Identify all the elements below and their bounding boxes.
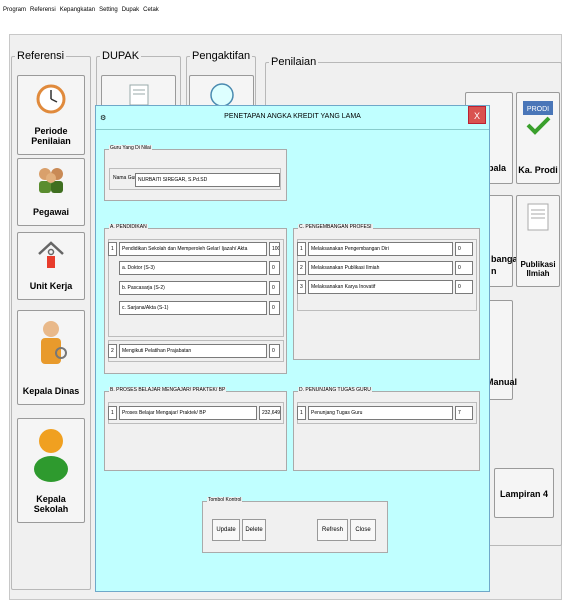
group-pengaktifan-title: Pengaktifan [190,50,253,62]
proses-title: B. PROSES BELAJAR MENGAJAR/ PRAKTEK/ BP [109,387,227,393]
kepala-dinas-label: Kepala Dinas [22,386,80,396]
periode-penilaian-button[interactable]: Periode Penilaian [17,75,85,155]
pegawai-button[interactable]: Pegawai [17,158,85,226]
row-number: 3 [297,280,306,294]
group-penilaian-title: Penilaian [269,56,319,68]
row-value-input[interactable]: 0 [455,261,473,275]
pengembangan-partial-label: bangan [491,254,524,264]
row-label: a. Doktor (S-3) [119,261,267,275]
dialog-close-button[interactable]: X [468,106,486,124]
pengaktifan-button[interactable] [189,75,254,107]
row-label: b. Pascasarja (S-2) [119,281,267,295]
pendidikan-row: b. Pascasarja (S-2) 0 [108,281,284,295]
update-button[interactable]: Update [212,519,240,541]
unit-kerja-label: Unit Kerja [29,281,73,291]
row-value-input[interactable]: 232,649 [259,406,281,420]
kepala-sekolah-label: Kepala Sekolah [33,494,69,514]
row-label: Melaksanakan Karya Inovatif [308,280,453,294]
lampiran-4-button[interactable]: Lampiran 4 [494,468,554,518]
row-number: 1 [108,406,117,420]
row-value-input[interactable]: 0 [269,281,280,295]
pendidikan-row: a. Doktor (S-3) 0 [108,261,284,275]
ka-prodi-button[interactable]: PRODI Ka. Prodi [516,92,560,184]
menu-setting[interactable]: Setting [99,7,118,13]
pegawai-label: Pegawai [32,207,70,217]
dialog-titlebar[interactable]: ⚙ PENETAPAN ANGKA KREDIT YANG LAMA X [96,106,489,130]
pendidikan-panel: A. PENDIDIKAN 1 Pendidikan Sekolah dan M… [104,224,287,374]
guru-panel-title: Guru Yang Di Nilai [109,145,152,151]
pendidikan-row: c. Sarjana/Akta (S-1) 0 [108,301,284,315]
row-label: Melaksanakan Pengembangan Diri [308,242,453,256]
penunjang-panel: D. PENUNJANG TUGAS GURU 1 Penunjang Tuga… [293,387,480,471]
row-number: 1 [297,406,306,420]
penunjang-row: 1 Penunjang Tugas Guru 7 [297,406,477,420]
row-number: 1 [108,242,117,256]
row-value-input[interactable]: 0 [269,301,280,315]
row-label: c. Sarjana/Akta (S-1) [119,301,267,315]
nama-guru-box: Nama Guru NURBAITI SIREGAR, S.Pd.SD [109,168,281,190]
document-stack-icon [527,203,549,231]
pendidikan-row: 2 Mengikuti Pelatihan Prajabatan 0 [108,344,284,358]
kepala-dinas-button[interactable]: Kepala Dinas [17,310,85,405]
row-label: Penunjang Tugas Guru [308,406,453,420]
tombol-kontrol-title: Tombol Kontrol [207,497,243,503]
prodi-icon-text: PRODI [527,106,549,113]
ka-prodi-label: Ka. Prodi [518,165,558,175]
group-referensi-title: Referensi [15,50,67,62]
penetapan-dialog: ⚙ PENETAPAN ANGKA KREDIT YANG LAMA X Gur… [95,105,490,592]
proses-row: 1 Proses Belajar Mengajar/ Praktek/ BP 2… [108,406,284,420]
row-label: Melaksanakan Publikasi Ilmiah [308,261,453,275]
menu-bar: Program Referensi Kepangkatan Setting Du… [0,0,569,20]
pendidikan-row: 1 Pendidikan Sekolah dan Memperoleh Gela… [108,242,284,256]
pendidikan-title: A. PENDIDIKAN [109,224,148,230]
principal-icon [34,429,68,482]
delete-button[interactable]: Delete [242,519,266,541]
row-label: Pendidikan Sekolah dan Memperoleh Gelar/… [119,242,267,256]
row-label: Mengikuti Pelatihan Prajabatan [119,344,267,358]
row-number: 1 [297,242,306,256]
tombol-kontrol-panel: Tombol Kontrol Update Delete Refresh Clo… [202,497,388,553]
menu-dupak[interactable]: Dupak [122,7,139,13]
row-value-input[interactable]: 100 [269,242,280,256]
dialog-title: PENETAPAN ANGKA KREDIT YANG LAMA [224,113,361,120]
officer-icon [41,321,67,364]
pengembangan-partial-label-2: n [491,266,497,276]
pengembangan-row: 1 Melaksanakan Pengembangan Diri 0 [297,242,477,256]
menu-kepangkatan[interactable]: Kepangkatan [60,7,95,13]
proses-panel: B. PROSES BELAJAR MENGAJAR/ PRAKTEK/ BP … [104,387,287,471]
refresh-button[interactable]: Refresh [317,519,348,541]
row-value-input[interactable]: 0 [269,344,280,358]
pengembangan-title: C. PENGEMBANGAN PROFESI [298,224,373,230]
row-value-input[interactable]: 0 [455,280,473,294]
group-dupak-title: DUPAK [100,50,142,62]
prodi-icon: PRODI [523,101,553,135]
dupak-button[interactable] [101,75,176,107]
periode-penilaian-label: Periode Penilaian [31,126,71,146]
close-button[interactable]: Close [350,519,376,541]
pengembangan-panel: C. PENGEMBANGAN PROFESI 1 Melaksanakan P… [293,224,480,360]
users-icon [39,168,63,193]
row-number: 2 [108,344,117,358]
home-icon [38,241,64,268]
penunjang-title: D. PENUNJANG TUGAS GURU [298,387,372,393]
row-number: 2 [297,261,306,275]
pengembangan-row: 3 Melaksanakan Karya Inovatif 0 [297,280,477,294]
menu-program[interactable]: Program [3,7,26,13]
clock-icon [36,84,66,114]
guru-panel: Guru Yang Di Nilai Nama Guru NURBAITI SI… [104,145,287,201]
row-value-input[interactable]: 0 [455,242,473,256]
publikasi-ilmiah-label: Publikasi Ilmiah [520,260,556,278]
unit-kerja-button[interactable]: Unit Kerja [17,232,85,300]
lampiran-4-label: Lampiran 4 [499,489,548,499]
menu-referensi[interactable]: Referensi [30,7,56,13]
row-value-input[interactable]: 7 [455,406,473,420]
nama-guru-field[interactable]: NURBAITI SIREGAR, S.Pd.SD [135,173,280,187]
pengembangan-row: 2 Melaksanakan Publikasi Ilmiah 0 [297,261,477,275]
row-label: Proses Belajar Mengajar/ Praktek/ BP [119,406,257,420]
menu-cetak[interactable]: Cetak [143,7,159,13]
row-value-input[interactable]: 0 [269,261,280,275]
publikasi-ilmiah-button[interactable]: Publikasi Ilmiah [516,195,560,287]
document-icon [129,84,148,106]
kepala-sekolah-button[interactable]: Kepala Sekolah [17,418,85,523]
